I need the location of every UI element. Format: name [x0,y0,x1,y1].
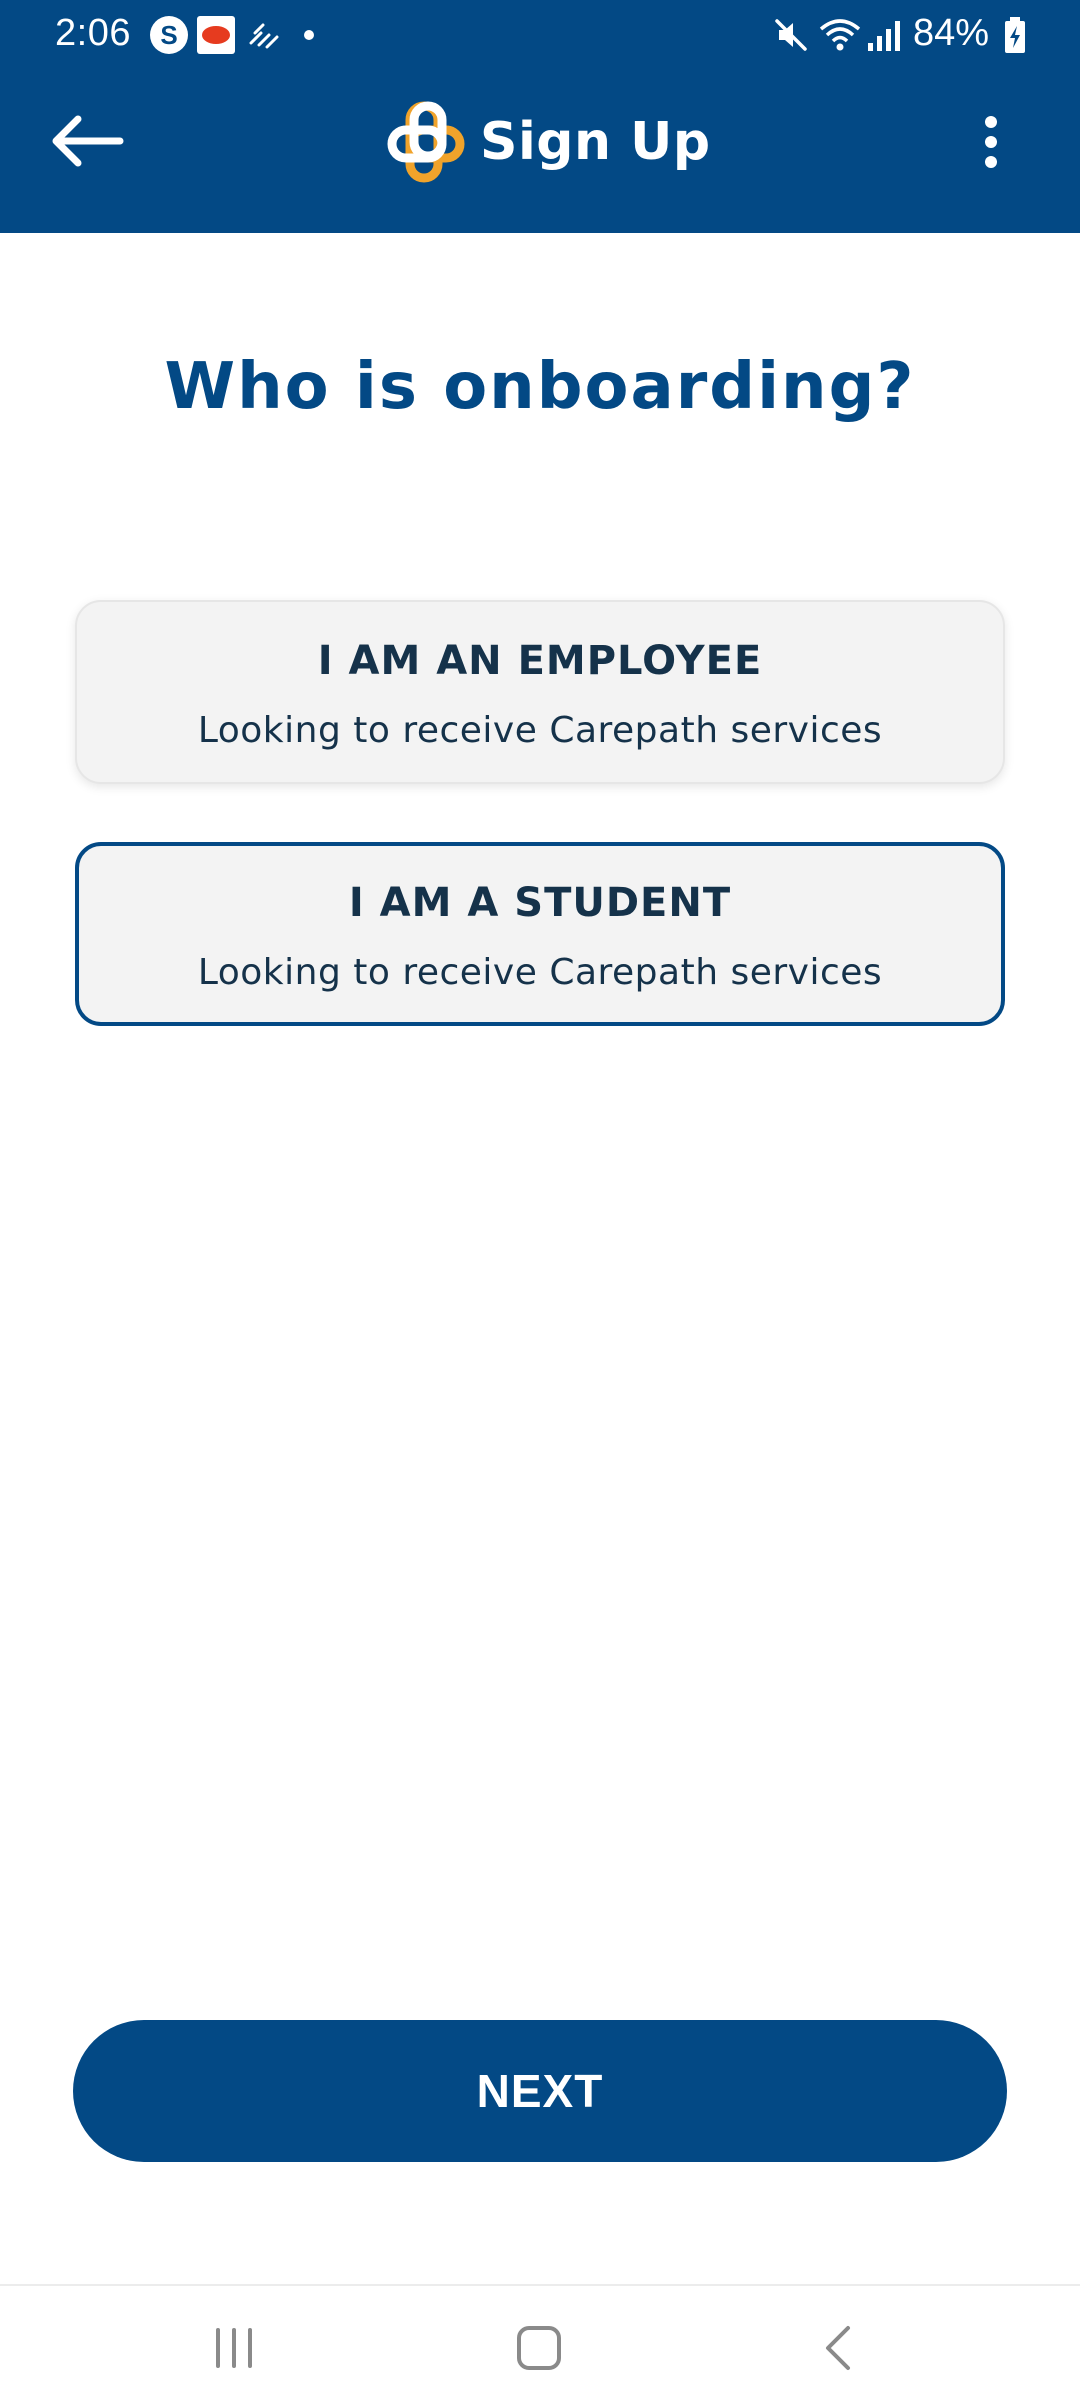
option-title: I AM A STUDENT [348,880,732,926]
option-subtitle: Looking to receive Carepath services [197,952,883,993]
notification-dot-icon [304,30,314,40]
page-title: Sign Up [480,112,711,172]
battery-charging-icon [1005,17,1025,53]
employee-option[interactable]: I AM AN EMPLOYEE Looking to receive Care… [75,600,1005,784]
app-notification-icon [197,16,235,54]
option-title: I AM AN EMPLOYEE [317,638,763,684]
missed-call-icon [249,23,279,49]
more-options-button[interactable] [970,112,1012,172]
back-button[interactable] [48,112,124,170]
wifi-icon [819,19,861,51]
next-button[interactable]: NEXT [73,2020,1007,2162]
onboarding-heading: Who is onboarding? [164,350,916,424]
option-subtitle: Looking to receive Carepath services [197,710,883,751]
battery-percentage: 84% [913,12,990,54]
status-time: 2:06 [55,12,131,54]
system-nav-bar [0,2284,1080,2408]
signal-icon [868,21,900,51]
header-title: Sign Up [386,100,711,184]
mute-icon [775,19,807,51]
nav-back-icon[interactable] [812,2320,868,2376]
recents-icon[interactable] [206,2320,262,2376]
home-icon[interactable] [511,2320,567,2376]
skype-icon: S [150,16,188,54]
status-bar: 2:06 S 84% [0,0,1080,70]
carepath-logo-icon [387,101,465,183]
student-option[interactable]: I AM A STUDENT Looking to receive Carepa… [75,842,1005,1026]
